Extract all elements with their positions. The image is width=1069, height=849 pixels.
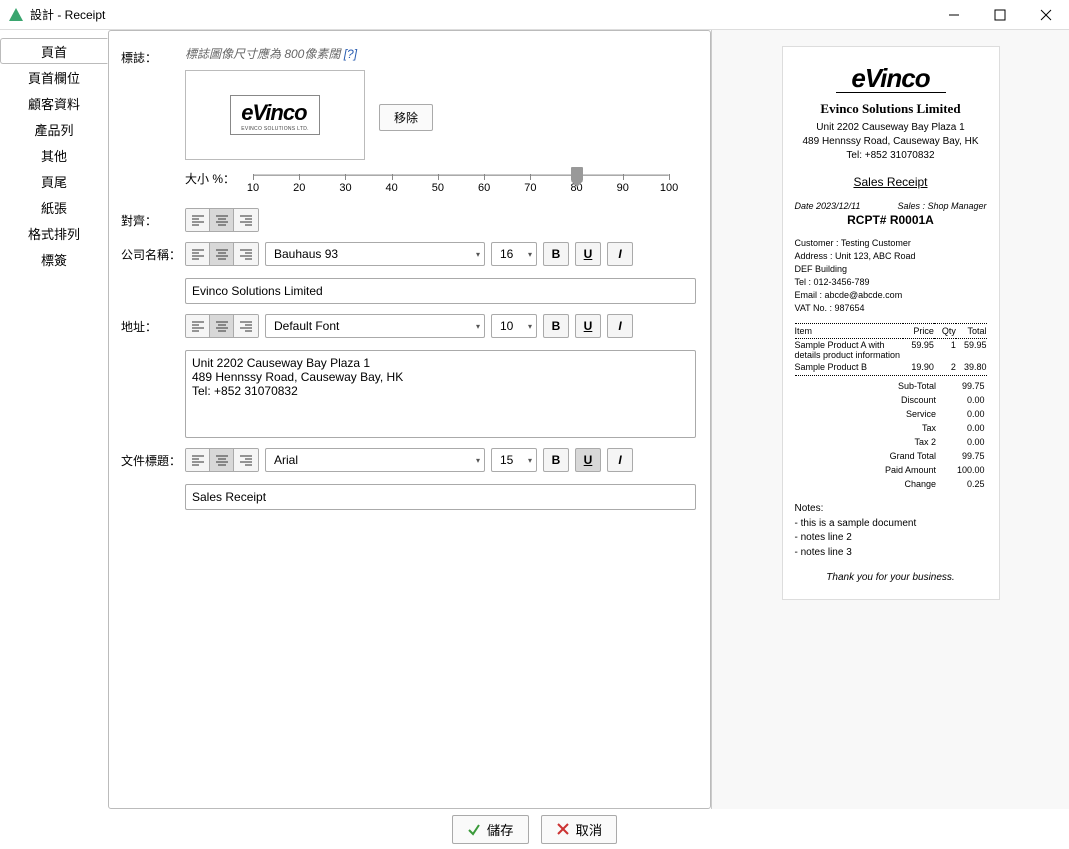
- tab-paper[interactable]: 紙張: [0, 194, 108, 220]
- address-align-center[interactable]: [210, 315, 234, 337]
- cancel-button[interactable]: 取消: [541, 815, 618, 844]
- check-icon: [467, 822, 481, 836]
- title-align-group: [185, 448, 259, 472]
- title-size-select[interactable]: 15▾: [491, 448, 537, 472]
- footer-bar: 儲存 取消: [0, 809, 1069, 849]
- company-align-left[interactable]: [186, 243, 210, 265]
- tab-footer[interactable]: 頁尾: [0, 168, 108, 194]
- company-name-input[interactable]: Evinco Solutions Limited: [185, 278, 696, 304]
- receipt-totals: Sub-Total99.75Discount0.00Service0.00Tax…: [795, 378, 987, 492]
- receipt-meta: Date 2023/12/11 Sales : Shop Manager: [795, 201, 987, 211]
- tab-customer[interactable]: 顧客資料: [0, 90, 108, 116]
- receipt-preview: eVinco Evinco Solutions Limited Unit 220…: [782, 46, 1000, 600]
- label-align: 對齊：: [121, 208, 185, 229]
- address-font-select[interactable]: Default Font▾: [265, 314, 485, 338]
- receipt-title: Sales Receipt: [795, 175, 987, 189]
- receipt-items-table: Item Price Qty Total Sample Product A wi…: [795, 323, 987, 373]
- tab-header[interactable]: 頁首: [0, 38, 108, 64]
- company-align-group: [185, 242, 259, 266]
- tab-header-fields[interactable]: 頁首欄位: [0, 64, 108, 90]
- logo-hint-link[interactable]: [?]: [344, 47, 357, 61]
- title-font-select[interactable]: Arial▾: [265, 448, 485, 472]
- address-size-select[interactable]: 10▾: [491, 314, 537, 338]
- address-align-group: [185, 314, 259, 338]
- receipt-thanks: Thank you for your business.: [795, 572, 987, 583]
- align-right-button[interactable]: [234, 209, 258, 231]
- save-button[interactable]: 儲存: [452, 815, 529, 844]
- tab-layout[interactable]: 格式排列: [0, 220, 108, 246]
- receipt-company: Evinco Solutions Limited: [795, 101, 987, 117]
- x-icon: [556, 822, 570, 836]
- logo-hint: 標誌圖像尺寸應為 800像素闊 [?]: [185, 47, 357, 61]
- receipt-notes: Notes: - this is a sample document- note…: [795, 502, 987, 560]
- label-size-pct: 大小 %：: [185, 170, 235, 187]
- remove-logo-button[interactable]: 移除: [379, 104, 433, 131]
- tab-labels[interactable]: 標簽: [0, 246, 108, 272]
- app-icon: [8, 7, 24, 23]
- address-input[interactable]: Unit 2202 Causeway Bay Plaza 1 489 Henns…: [185, 350, 696, 438]
- address-align-left[interactable]: [186, 315, 210, 337]
- company-bold-button[interactable]: B: [543, 242, 569, 266]
- company-size-select[interactable]: 16▾: [491, 242, 537, 266]
- logo-preview[interactable]: eVinco EVINCO SOLUTIONS LTD.: [185, 70, 365, 160]
- window-title: 設計 - Receipt: [30, 6, 105, 23]
- address-underline-button[interactable]: U: [575, 314, 601, 338]
- preview-panel: eVinco Evinco Solutions Limited Unit 220…: [711, 30, 1069, 809]
- receipt-id: RCPT# R0001A: [795, 213, 987, 227]
- tab-other[interactable]: 其他: [0, 142, 108, 168]
- company-underline-button[interactable]: U: [575, 242, 601, 266]
- title-align-left[interactable]: [186, 449, 210, 471]
- title-italic-button[interactable]: I: [607, 448, 633, 472]
- tab-products[interactable]: 產品列: [0, 116, 108, 142]
- window-titlebar: 設計 - Receipt: [0, 0, 1069, 30]
- title-underline-button[interactable]: U: [575, 448, 601, 472]
- maximize-button[interactable]: [977, 0, 1023, 30]
- label-address: 地址：: [121, 314, 185, 335]
- main-panel: 標誌： 標誌圖像尺寸應為 800像素闊 [?] eVinco EVINCO SO…: [108, 30, 711, 809]
- address-align-right[interactable]: [234, 315, 258, 337]
- receipt-logo: eVinco: [795, 63, 987, 94]
- logo-size-slider[interactable]: 102030405060708090100: [241, 170, 681, 198]
- close-button[interactable]: [1023, 0, 1069, 30]
- address-italic-button[interactable]: I: [607, 314, 633, 338]
- address-bold-button[interactable]: B: [543, 314, 569, 338]
- tabs-sidebar: 頁首 頁首欄位 顧客資料 產品列 其他 頁尾 紙張 格式排列 標簽: [0, 30, 108, 809]
- receipt-customer: Customer : Testing CustomerAddress : Uni…: [795, 237, 987, 315]
- label-doc-title: 文件標題：: [121, 448, 185, 469]
- receipt-address: Unit 2202 Causeway Bay Plaza 1 489 Henns…: [795, 121, 987, 163]
- label-company: 公司名稱：: [121, 242, 185, 263]
- align-center-button[interactable]: [210, 209, 234, 231]
- company-align-center[interactable]: [210, 243, 234, 265]
- company-align-right[interactable]: [234, 243, 258, 265]
- company-font-select[interactable]: Bauhaus 93▾: [265, 242, 485, 266]
- title-bold-button[interactable]: B: [543, 448, 569, 472]
- align-left-button[interactable]: [186, 209, 210, 231]
- minimize-button[interactable]: [931, 0, 977, 30]
- label-logo: 標誌：: [121, 45, 185, 66]
- doc-title-input[interactable]: Sales Receipt: [185, 484, 696, 510]
- company-italic-button[interactable]: I: [607, 242, 633, 266]
- title-align-right[interactable]: [234, 449, 258, 471]
- logo-align-group: [185, 208, 259, 232]
- title-align-center[interactable]: [210, 449, 234, 471]
